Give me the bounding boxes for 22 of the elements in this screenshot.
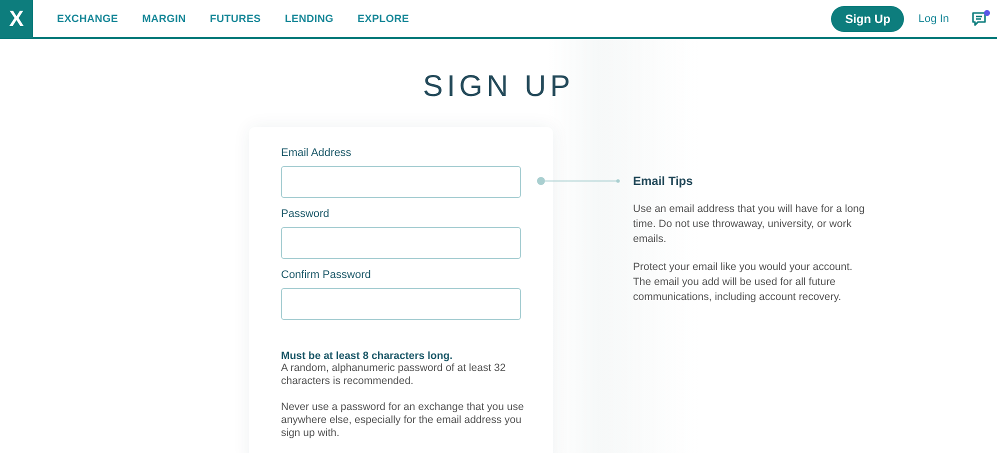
nav-link[interactable]: LENDING xyxy=(272,12,346,24)
nav-link[interactable]: MARGIN xyxy=(130,12,198,24)
log-in-link[interactable]: Log In xyxy=(918,12,949,24)
tip-text: Protect your email like you would your account. The email you add will be used for all future communications, including account recovery. xyxy=(633,260,854,305)
password-note: A random, alphanumeric password of at least 32 characters is recommended. xyxy=(281,362,507,388)
input-field[interactable] xyxy=(281,166,521,198)
tip-text: Use an email address that you will have for a long time. Do not use throwaway, university, or work emails. xyxy=(633,202,866,247)
nav-link[interactable]: EXCHANGE xyxy=(45,12,130,24)
chat-icon[interactable] xyxy=(971,10,991,28)
nav-link[interactable]: EXPLORE xyxy=(346,12,422,24)
password-rule: Must be at least 8 characters long. xyxy=(281,350,454,362)
page-title: SIGN UP xyxy=(422,69,576,105)
input-field[interactable] xyxy=(281,288,521,320)
sign-up-button[interactable]: Sign Up xyxy=(831,6,904,32)
nav-link[interactable]: FUTURES xyxy=(198,12,273,24)
logo[interactable]: X xyxy=(0,0,33,37)
field-label: Email Address xyxy=(281,147,352,159)
field-label: Password xyxy=(281,208,330,220)
password-note: Never use a password for an exchange that you use anywhere else, especially for the email address you sign up with. xyxy=(281,401,525,440)
field-label: Confirm Password xyxy=(281,269,372,281)
tips-heading: Email Tips xyxy=(633,174,694,188)
input-field[interactable] xyxy=(281,227,521,259)
